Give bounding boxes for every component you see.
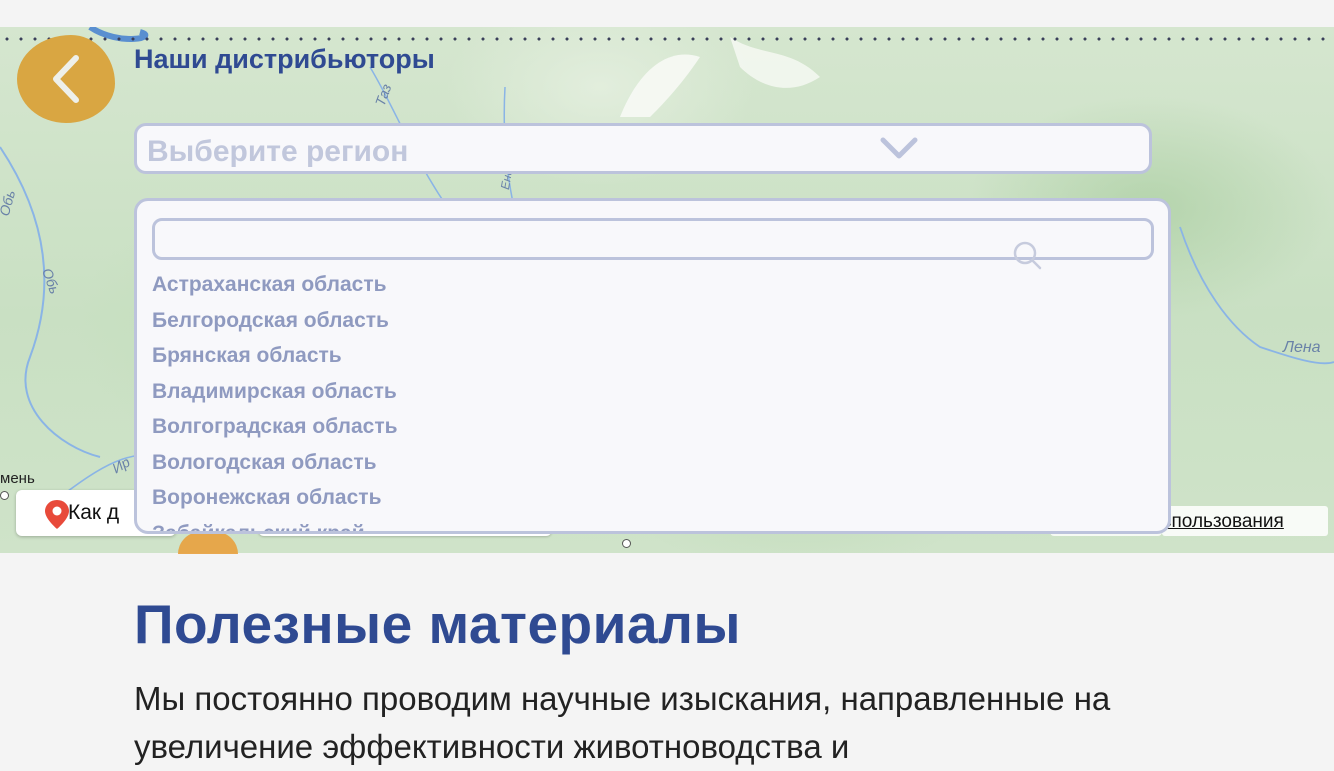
city-label-tyumen: мень (0, 470, 35, 487)
river-label-lena: Лена (1283, 339, 1321, 356)
list-item[interactable]: Забайкальский край (152, 516, 398, 532)
section-title: Наши дистрибьюторы (134, 44, 435, 74)
region-search-input[interactable] (152, 218, 1154, 260)
materials-text: Мы постоянно проводим научные изыскания,… (134, 680, 1111, 765)
list-item[interactable]: Вологодская область (152, 445, 398, 481)
region-list: Астраханская область Белгородская област… (152, 267, 398, 532)
search-icon (1013, 241, 1042, 270)
terms-link[interactable]: спользования (1162, 506, 1328, 536)
list-item[interactable]: Воронежская область (152, 480, 398, 516)
terms-link-label: спользования (1162, 511, 1284, 532)
region-dropdown[interactable]: Астраханская область Белгородская област… (134, 198, 1171, 534)
map-placemark[interactable] (178, 532, 238, 554)
dotted-border (0, 37, 1334, 41)
region-select-placeholder: Выберите регион (147, 135, 409, 168)
chevron-left-icon (53, 55, 79, 103)
list-item[interactable]: Брянская область (152, 338, 398, 374)
region-select[interactable]: Выберите регион (134, 123, 1152, 174)
list-item[interactable]: Астраханская область (152, 267, 398, 303)
chevron-down-icon (880, 137, 918, 159)
city-marker (622, 539, 631, 548)
list-item[interactable]: Белгородская область (152, 303, 398, 339)
city-marker (0, 491, 9, 500)
back-button[interactable] (17, 35, 115, 123)
list-item[interactable]: Волгоградская область (152, 409, 398, 445)
materials-title: Полезные материалы (134, 593, 741, 655)
list-item[interactable]: Владимирская область (152, 374, 398, 410)
route-button-label: Как д (68, 501, 120, 524)
